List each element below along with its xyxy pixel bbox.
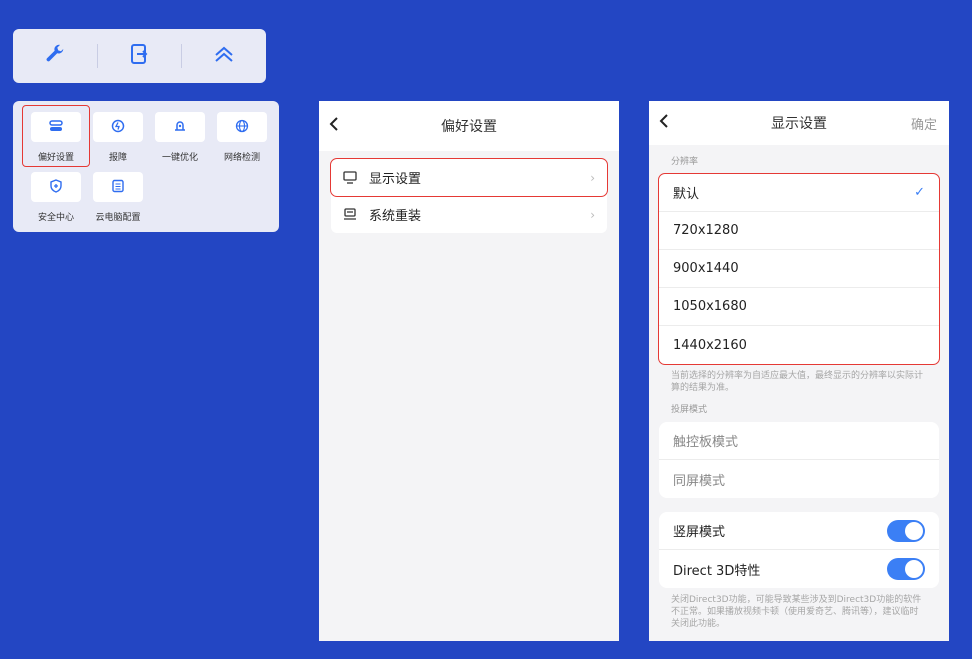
- portrait-mode-row: 竖屏模式: [659, 512, 939, 550]
- confirm-button[interactable]: 确定: [911, 114, 937, 133]
- collapse-up-icon: [214, 46, 234, 66]
- display-settings-panel: 显示设置 确定 分辨率 默认 ✓ 720x1280 900x1440 1050x…: [649, 101, 949, 641]
- page-title: 显示设置: [771, 116, 827, 132]
- projection-label: 同屏模式: [673, 473, 726, 489]
- toggle-knob: [905, 521, 923, 540]
- exit-icon: [130, 44, 149, 68]
- tile-box: [93, 112, 143, 142]
- cloud-pc-config-icon: [111, 178, 125, 197]
- tool-label: 云电脑配置: [95, 213, 141, 223]
- resolution-section-label: 分辨率: [671, 157, 699, 167]
- tile-box: [31, 172, 81, 202]
- portrait-mode-toggle[interactable]: [887, 519, 925, 542]
- quick-toolbar: [13, 29, 266, 83]
- direct3d-toggle[interactable]: [887, 558, 925, 580]
- resolution-option[interactable]: 1440x2160: [659, 326, 939, 364]
- toggle-label: Direct 3D特性: [673, 563, 761, 579]
- tool-optimize[interactable]: 一键优化: [147, 112, 213, 163]
- resolution-label: 720x1280: [673, 223, 739, 238]
- projection-section-label: 投屏模式: [671, 405, 708, 415]
- direct3d-row: Direct 3D特性: [659, 550, 939, 588]
- monitor-icon: [343, 171, 357, 185]
- tool-security-center[interactable]: 安全中心: [23, 172, 89, 223]
- page-title: 偏好设置: [441, 119, 497, 135]
- tool-network-check[interactable]: 网络检测: [209, 112, 275, 163]
- projection-option[interactable]: 触控板模式: [659, 422, 939, 460]
- system-reinstall-icon: [343, 208, 357, 222]
- collapse-button[interactable]: [182, 29, 266, 83]
- toggle-label: 竖屏模式: [673, 525, 726, 540]
- chevron-right-icon: ›: [590, 207, 595, 222]
- tile-box: [93, 172, 143, 202]
- tool-label: 偏好设置: [37, 153, 74, 163]
- tool-cloud-pc-config[interactable]: 云电脑配置: [85, 172, 151, 223]
- preferences-header: 偏好设置: [319, 101, 619, 151]
- tool-label: 网络检测: [223, 153, 260, 163]
- back-icon[interactable]: [329, 116, 339, 136]
- preferences-list: 显示设置 › 系统重装 ›: [330, 158, 608, 233]
- tool-label: 一键优化: [161, 153, 198, 163]
- resolution-label: 900x1440: [673, 261, 739, 276]
- toggle-list: 竖屏模式 Direct 3D特性: [659, 512, 939, 588]
- report-fault-icon: [111, 118, 125, 137]
- security-center-icon: [49, 178, 63, 197]
- tools-panel: 偏好设置 报障 一键优化 网络检测 安全中心 云电脑配置: [13, 101, 279, 232]
- tool-label: 报障: [108, 153, 127, 163]
- projection-label: 触控板模式: [673, 435, 739, 450]
- network-check-icon: [235, 118, 249, 137]
- exit-button[interactable]: [98, 29, 182, 83]
- tool-report-fault[interactable]: 报障: [85, 112, 151, 163]
- projection-option[interactable]: 同屏模式: [659, 460, 939, 498]
- back-icon[interactable]: [659, 113, 669, 133]
- preferences-icon: [49, 118, 63, 137]
- preferences-panel: 偏好设置 显示设置 › 系统重装 ›: [319, 101, 619, 641]
- resolution-option[interactable]: 720x1280: [659, 212, 939, 250]
- item-label: 显示设置: [369, 172, 422, 187]
- chevron-right-icon: ›: [590, 170, 595, 185]
- system-reinstall-item[interactable]: 系统重装 ›: [331, 196, 607, 233]
- tool-label: 安全中心: [37, 213, 74, 223]
- wrench-icon: [44, 43, 66, 69]
- display-settings-item[interactable]: 显示设置 ›: [330, 158, 608, 197]
- item-label: 系统重装: [369, 209, 422, 224]
- optimize-icon: [173, 118, 187, 137]
- wrench-button[interactable]: [13, 29, 97, 83]
- check-icon: ✓: [914, 185, 925, 200]
- tool-preferences[interactable]: 偏好设置: [22, 105, 90, 167]
- display-settings-header: 显示设置 确定: [649, 101, 949, 145]
- resolution-label: 1440x2160: [673, 337, 747, 353]
- resolution-option[interactable]: 900x1440: [659, 250, 939, 288]
- tile-box: [31, 112, 81, 142]
- resolution-label: 默认: [673, 187, 700, 202]
- resolution-list: 默认 ✓ 720x1280 900x1440 1050x1680 1440x21…: [658, 173, 940, 365]
- tile-box: [155, 112, 205, 142]
- resolution-note: 当前选择的分辨率为自适应最大值，最终显示的分辨率以实际计算的结果为准。: [671, 371, 924, 393]
- projection-list: 触控板模式 同屏模式: [659, 422, 939, 498]
- toggle-knob: [905, 560, 923, 578]
- direct3d-note: 关闭Direct3D功能，可能导致某些涉及到Direct3D功能的软件不正常。如…: [671, 595, 922, 629]
- resolution-option[interactable]: 默认 ✓: [659, 174, 939, 212]
- resolution-option[interactable]: 1050x1680: [659, 288, 939, 326]
- resolution-label: 1050x1680: [673, 299, 747, 314]
- tile-box: [217, 112, 267, 142]
